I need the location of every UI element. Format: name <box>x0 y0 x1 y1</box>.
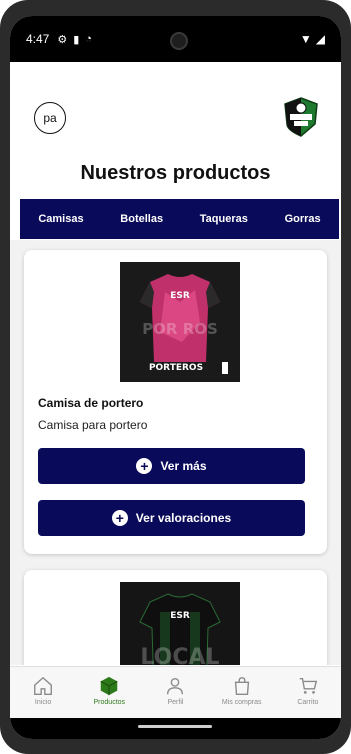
sdcard-status-icon: ▮ <box>73 33 80 46</box>
view-reviews-label: Ver valoraciones <box>135 511 232 525</box>
product-card: ESR LOCAL <box>24 570 327 665</box>
wifi-icon: ▼ <box>299 32 312 46</box>
box-icon <box>100 676 118 696</box>
home-icon <box>34 676 53 695</box>
device-frame: 4:47 ⚙ ▮ ◔ ▼ ◢ pa Nuestros productos Cam… <box>0 0 351 754</box>
front-camera <box>170 32 188 50</box>
system-home-bar <box>10 718 341 739</box>
category-gorras[interactable]: Gorras <box>285 213 321 225</box>
status-notification-icons: ⚙ ▮ ◔ <box>57 33 92 46</box>
product-description: Camisa para portero <box>38 418 148 432</box>
nav-mis-compras[interactable]: Mis compras <box>212 675 272 706</box>
signal-icon: ◢ <box>315 32 325 46</box>
product-image: ESR POR ROS PORTEROS <box>120 262 240 382</box>
product-image-label: LOCAL <box>140 645 219 665</box>
user-icon <box>167 677 184 695</box>
product-image-label: PORTEROS <box>149 363 203 373</box>
category-botellas[interactable]: Botellas <box>120 213 163 225</box>
category-taqueras[interactable]: Taqueras <box>200 213 248 225</box>
nav-label: Productos <box>93 699 126 706</box>
plus-circle-icon: + <box>136 458 153 474</box>
nav-carrito[interactable]: Carrito <box>278 675 338 706</box>
svg-text:POR ROS: POR ROS <box>142 320 218 338</box>
plus-circle-icon: + <box>111 510 128 526</box>
app-screen: 4:47 ⚙ ▮ ◔ ▼ ◢ pa Nuestros productos Cam… <box>10 16 341 739</box>
settings-status-icon: ⚙ <box>57 33 68 46</box>
product-image: ESR LOCAL <box>120 582 240 665</box>
cart-icon <box>299 677 317 694</box>
category-nav: Camisas Botellas Taqueras Gorras <box>20 199 339 239</box>
status-time: 4:47 <box>26 32 50 46</box>
product-card: ESR POR ROS PORTEROS Camisa de portero C… <box>24 250 327 554</box>
bottom-nav: Inicio Productos Perfil Mis compras Carr… <box>10 666 341 718</box>
page-title: Nuestros productos <box>80 162 271 184</box>
view-more-label: Ver más <box>160 459 207 473</box>
category-camisas[interactable]: Camisas <box>38 213 83 225</box>
bag-icon <box>234 677 249 695</box>
nav-productos[interactable]: Productos <box>79 675 139 706</box>
product-name: Camisa de portero <box>38 396 144 410</box>
nav-perfil[interactable]: Perfil <box>145 675 205 706</box>
nav-label: Mis compras <box>221 699 262 706</box>
nav-inicio[interactable]: Inicio <box>13 675 73 706</box>
view-more-button[interactable]: + Ver más <box>38 448 305 484</box>
team-logo <box>284 97 318 137</box>
svg-text:ESR: ESR <box>170 291 190 301</box>
view-reviews-button[interactable]: + Ver valoraciones <box>38 500 305 536</box>
nav-label: Carrito <box>297 699 319 706</box>
svg-text:ESR: ESR <box>170 611 190 621</box>
nav-label: Perfil <box>167 699 184 706</box>
avatar[interactable]: pa <box>34 102 66 134</box>
sync-status-icon: ◔ <box>85 33 92 45</box>
product-list[interactable]: ESR POR ROS PORTEROS Camisa de portero C… <box>10 240 341 665</box>
nav-label: Inicio <box>34 699 52 706</box>
home-gesture-handle[interactable] <box>138 725 212 728</box>
status-bar: 4:47 ⚙ ▮ ◔ ▼ ◢ <box>10 16 341 62</box>
status-system-icons: ▼ ◢ <box>300 32 325 46</box>
